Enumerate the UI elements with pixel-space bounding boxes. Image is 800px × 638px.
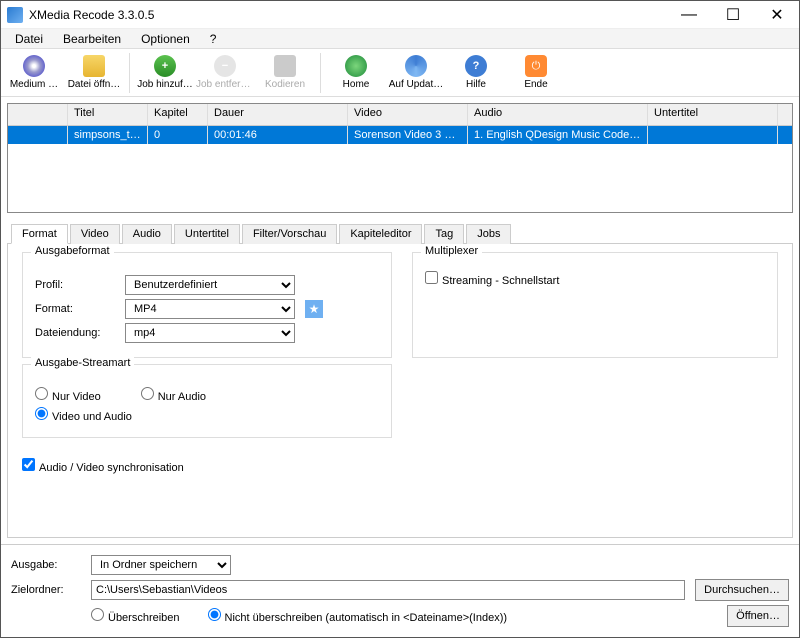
label-target: Zielordner: — [11, 584, 81, 596]
radio-nooverwrite[interactable] — [208, 608, 221, 621]
checkbox-streaming-label[interactable]: Streaming - Schnellstart — [425, 275, 559, 287]
button-open[interactable]: Öffnen… — [727, 605, 789, 627]
toolbar: Medium … Datei öffn… +Job hinzuf… −Job e… — [1, 49, 799, 97]
minus-icon: − — [214, 55, 236, 77]
input-target[interactable] — [91, 580, 685, 600]
radio-only-video[interactable] — [35, 387, 48, 400]
legend-streamtype: Ausgabe-Streamart — [31, 357, 134, 369]
col-duration[interactable]: Dauer — [208, 104, 348, 125]
radio-overwrite[interactable] — [91, 608, 104, 621]
tab-filter[interactable]: Filter/Vorschau — [242, 224, 337, 244]
grid-header: Titel Kapitel Dauer Video Audio Untertit… — [8, 104, 792, 126]
col-video[interactable]: Video — [348, 104, 468, 125]
select-ext[interactable]: mp4 — [125, 323, 295, 343]
radio-only-audio-label[interactable]: Nur Audio — [141, 387, 206, 403]
maximize-button[interactable]: ☐ — [711, 1, 755, 29]
radio-video-and-audio-label[interactable]: Video und Audio — [35, 407, 132, 423]
app-icon — [7, 7, 23, 23]
label-profile: Profil: — [35, 279, 115, 291]
col-blank[interactable] — [8, 104, 68, 125]
refresh-icon — [405, 55, 427, 77]
menu-edit[interactable]: Bearbeiten — [53, 32, 131, 46]
checkbox-avsync[interactable] — [22, 458, 35, 471]
power-icon: ⏻ — [525, 55, 547, 77]
menu-help[interactable]: ? — [200, 32, 227, 46]
radio-overwrite-label[interactable]: Überschreiben — [91, 608, 180, 624]
checkbox-streaming[interactable] — [425, 271, 438, 284]
radio-nooverwrite-label[interactable]: Nicht überschreiben (automatisch in <Dat… — [208, 608, 507, 624]
separator — [320, 53, 321, 93]
minimize-button[interactable]: — — [667, 1, 711, 29]
fieldset-outputformat: Ausgabeformat Profil: Benutzerdefiniert … — [22, 252, 392, 358]
label-output: Ausgabe: — [11, 559, 81, 571]
col-chapter[interactable]: Kapitel — [148, 104, 208, 125]
col-subtitle[interactable]: Untertitel — [648, 104, 778, 125]
radio-only-audio[interactable] — [141, 387, 154, 400]
col-audio[interactable]: Audio — [468, 104, 648, 125]
radio-video-and-audio[interactable] — [35, 407, 48, 420]
tab-video[interactable]: Video — [70, 224, 120, 244]
label-ext: Dateiendung: — [35, 327, 115, 339]
tabbody-format: Ausgabeformat Profil: Benutzerdefiniert … — [7, 244, 793, 538]
star-icon[interactable]: ★ — [305, 300, 323, 318]
separator — [129, 53, 130, 93]
bottom-panel: Ausgabe: In Ordner speichern Zielordner:… — [1, 544, 799, 637]
tool-update[interactable]: Auf Updat… — [387, 51, 445, 95]
titlebar: XMedia Recode 3.3.0.5 — ☐ ✕ — [1, 1, 799, 29]
tool-help[interactable]: ?Hilfe — [447, 51, 505, 95]
tab-audio[interactable]: Audio — [122, 224, 172, 244]
tool-openfile[interactable]: Datei öffn… — [65, 51, 123, 95]
tool-exit[interactable]: ⏻Ende — [507, 51, 565, 95]
tab-subtitle[interactable]: Untertitel — [174, 224, 240, 244]
tool-removejob: −Job entfern… — [196, 51, 254, 95]
help-icon: ? — [465, 55, 487, 77]
close-button[interactable]: ✕ — [755, 1, 799, 29]
menu-file[interactable]: Datei — [5, 32, 53, 46]
radio-only-video-label[interactable]: Nur Video — [35, 387, 101, 403]
checkbox-avsync-label[interactable]: Audio / Video synchronisation — [22, 462, 184, 474]
select-format[interactable]: MP4 — [125, 299, 295, 319]
disc-icon — [23, 55, 45, 77]
tab-format[interactable]: Format — [11, 224, 68, 244]
window-title: XMedia Recode 3.3.0.5 — [29, 8, 667, 22]
tabs: Format Video Audio Untertitel Filter/Vor… — [7, 223, 793, 244]
tool-home[interactable]: Home — [327, 51, 385, 95]
globe-icon — [345, 55, 367, 77]
tool-addjob[interactable]: +Job hinzuf… — [136, 51, 194, 95]
col-title[interactable]: Titel — [68, 104, 148, 125]
label-format: Format: — [35, 303, 115, 315]
camera-icon — [274, 55, 296, 77]
table-row[interactable]: simpsons_t… 0 00:01:46 Sorenson Video 3 … — [8, 126, 792, 144]
file-grid[interactable]: Titel Kapitel Dauer Video Audio Untertit… — [7, 103, 793, 213]
fieldset-streamtype: Ausgabe-Streamart Nur Video Nur Audio Vi… — [22, 364, 392, 438]
folder-icon — [83, 55, 105, 77]
legend-outputformat: Ausgabeformat — [31, 245, 114, 257]
plus-icon: + — [154, 55, 176, 77]
tool-encode: Kodieren — [256, 51, 314, 95]
tab-chapter[interactable]: Kapiteleditor — [339, 224, 422, 244]
select-output[interactable]: In Ordner speichern — [91, 555, 231, 575]
fieldset-multiplexer: Multiplexer Streaming - Schnellstart — [412, 252, 778, 358]
select-profile[interactable]: Benutzerdefiniert — [125, 275, 295, 295]
menu-options[interactable]: Optionen — [131, 32, 200, 46]
tab-jobs[interactable]: Jobs — [466, 224, 511, 244]
legend-multiplexer: Multiplexer — [421, 245, 482, 257]
tab-tag[interactable]: Tag — [424, 224, 464, 244]
tool-medium[interactable]: Medium … — [5, 51, 63, 95]
menubar: Datei Bearbeiten Optionen ? — [1, 29, 799, 49]
button-browse[interactable]: Durchsuchen… — [695, 579, 789, 601]
